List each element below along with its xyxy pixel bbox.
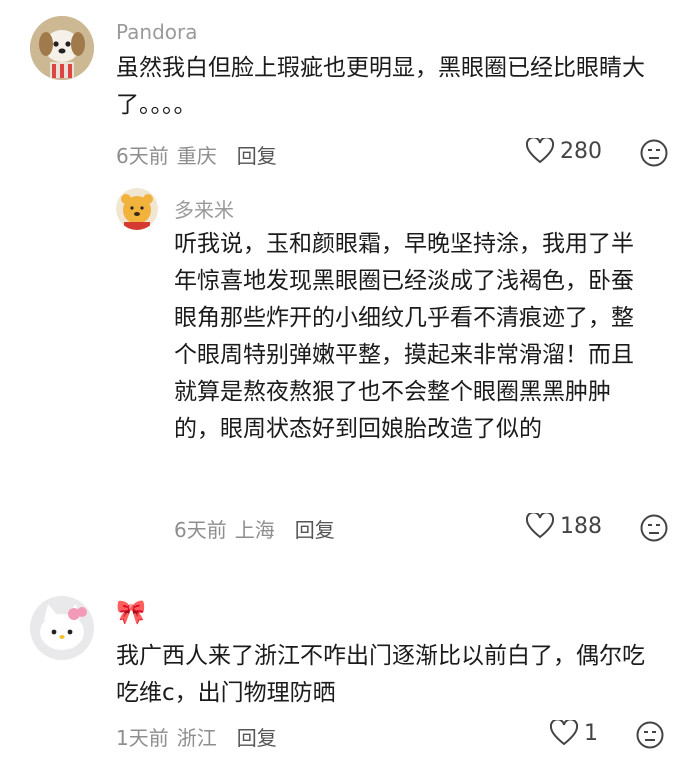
- reply-button[interactable]: 回复: [237, 722, 277, 751]
- like-count: 1: [584, 720, 598, 746]
- timestamp: 6天前: [174, 518, 227, 542]
- frown-face-icon: [640, 139, 668, 167]
- dislike-button[interactable]: [640, 514, 668, 546]
- comment-meta: 6天前 重庆 回复: [116, 140, 277, 169]
- like-button[interactable]: 280: [526, 138, 602, 164]
- hello-kitty-avatar[interactable]: [30, 596, 94, 660]
- location: 浙江: [176, 726, 217, 750]
- reply-button[interactable]: 回复: [295, 514, 335, 543]
- timestamp: 1天前: [116, 726, 169, 750]
- comment-meta: 6天前 上海 回复: [174, 514, 335, 543]
- location: 重庆: [176, 144, 217, 168]
- comment-meta: 1天前 浙江 回复: [116, 722, 277, 751]
- comment-text: 听我说，玉和颜眼霜，早晚坚持涂，我用了半年惊喜地发现黑眼圈已经淡成了浅褐色，卧蚕…: [174, 231, 634, 442]
- dislike-button[interactable]: [636, 721, 664, 753]
- heart-icon: [526, 513, 554, 539]
- timestamp: 6天前: [116, 144, 169, 168]
- username[interactable]: 🎀: [116, 598, 146, 626]
- location: 上海: [234, 518, 275, 542]
- like-count: 280: [560, 138, 602, 164]
- username[interactable]: Pandora: [116, 20, 198, 44]
- winnie-the-pooh-avatar[interactable]: [116, 188, 158, 230]
- like-button[interactable]: 1: [550, 720, 598, 746]
- dog-avatar[interactable]: [30, 16, 94, 80]
- frown-face-icon: [640, 514, 668, 542]
- comment-text: 我广西人来了浙江不咋出门逐渐比以前白了，偶尔吃吃维c，出门物理防晒: [116, 643, 645, 706]
- like-count: 188: [560, 513, 602, 539]
- reply-button[interactable]: 回复: [237, 140, 277, 169]
- username[interactable]: 多来米: [174, 194, 234, 223]
- frown-face-icon: [636, 721, 664, 749]
- comment-text: 虽然我白但脸上瑕疵也更明显，黑眼圈已经比眼睛大了。。。。: [116, 55, 645, 118]
- heart-icon: [526, 138, 554, 164]
- dislike-button[interactable]: [640, 139, 668, 171]
- heart-icon: [550, 720, 578, 746]
- like-button[interactable]: 188: [526, 513, 602, 539]
